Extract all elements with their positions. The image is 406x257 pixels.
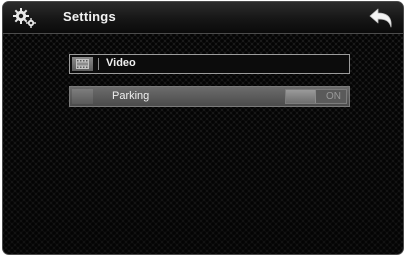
video-settings-item[interactable]: Video bbox=[69, 54, 350, 74]
parking-toggle[interactable]: ON bbox=[285, 89, 347, 104]
back-arrow-icon[interactable] bbox=[365, 5, 397, 31]
gears-icon bbox=[13, 8, 36, 28]
video-item-label: Video bbox=[106, 57, 136, 69]
toggle-state-label: ON bbox=[326, 91, 341, 102]
parking-item-thumb bbox=[72, 89, 93, 104]
parking-item-label: Parking bbox=[112, 90, 150, 102]
title-bar: Settings bbox=[3, 2, 403, 34]
divider bbox=[98, 58, 99, 70]
page-title: Settings bbox=[63, 9, 116, 24]
screen: Settings Video Parking ON bbox=[2, 1, 404, 255]
film-icon bbox=[76, 59, 89, 69]
parking-settings-item[interactable]: Parking ON bbox=[69, 86, 350, 107]
toggle-knob[interactable] bbox=[286, 90, 316, 103]
